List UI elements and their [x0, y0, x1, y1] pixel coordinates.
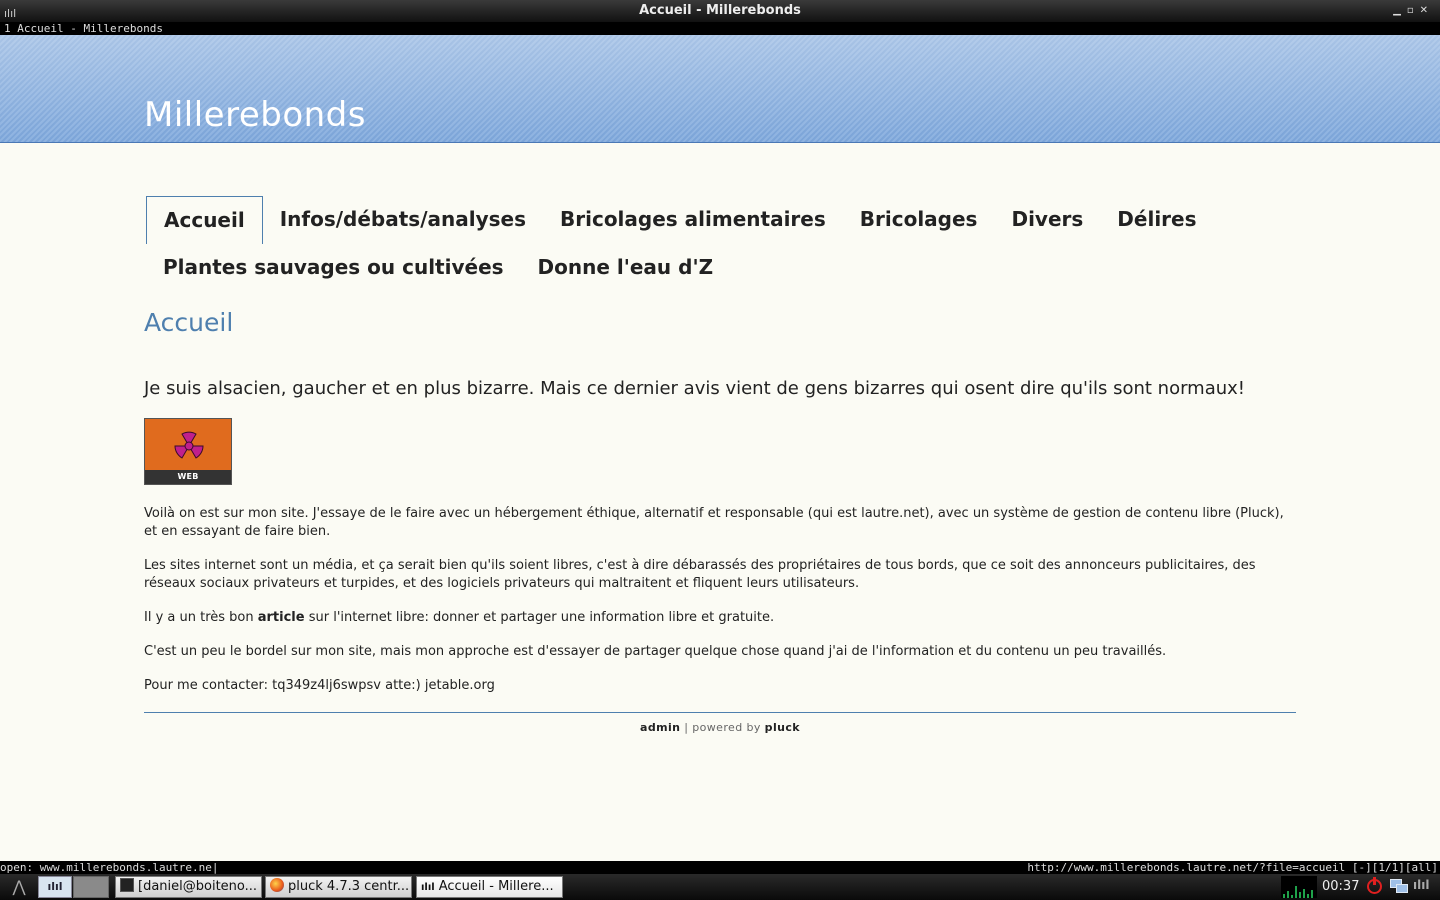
firefox-icon [270, 878, 284, 892]
paragraph-media: Les sites internet sont un média, et ça … [144, 558, 1256, 591]
nav-item-plantes[interactable]: Plantes sauvages ou cultivées [146, 244, 521, 292]
paragraph-article: Il y a un très bon article sur l'interne… [144, 609, 1296, 627]
desktop-2-button[interactable] [73, 876, 109, 898]
lead-text: Je suis alsacien, gaucher et en plus biz… [144, 378, 1246, 399]
browser-tab-line[interactable]: 1 Accueil - Millerebonds [0, 22, 1440, 35]
desktop-1-button[interactable]: ılıl [38, 876, 72, 898]
network-monitor-icon[interactable]: ılıl [1413, 878, 1429, 892]
nav-item-bricolages-alimentaires[interactable]: Bricolages alimentaires [543, 196, 843, 244]
site-header: Millerebonds [0, 35, 1440, 143]
web-independant-badge[interactable]: WEB INDEPENDANT [144, 418, 232, 485]
site-title[interactable]: Millerebonds [144, 95, 366, 135]
task-browser[interactable]: ılıl Accueil - Millere... [416, 876, 563, 898]
cpu-graph [1281, 876, 1317, 898]
task-terminal[interactable]: [daniel@boiteno... [115, 876, 262, 898]
site-footer: admin | powered by pluck [144, 721, 1296, 734]
admin-link[interactable]: admin [640, 721, 680, 734]
task-terminal-label: [daniel@boiteno... [138, 879, 258, 894]
start-menu-icon[interactable]: ⋀ [2, 876, 36, 898]
browser-status-bar: open: www.millerebonds.lautre.ne| http:/… [0, 861, 1440, 874]
terminal-icon [120, 878, 134, 892]
radiation-icon [166, 423, 212, 469]
clock[interactable]: 00:37 [1322, 876, 1359, 898]
article-body: Voilà on est sur mon site. J'essaye de l… [144, 505, 1296, 711]
nav-item-donne-leau[interactable]: Donne l'eau d'Z [521, 244, 731, 292]
nav-row-1: Accueil Infos/débats/analyses Bricolages… [146, 196, 1296, 244]
paragraph-article-text-1: Il y a un très bon [144, 610, 258, 625]
task-firefox[interactable]: pluck 4.7.3 centr... [265, 876, 412, 898]
pluck-link[interactable]: pluck [765, 721, 800, 734]
command-input[interactable]: open: www.millerebonds.lautre.ne| [0, 861, 219, 874]
paragraph-article-text-2: sur l'internet libre: donner et partager… [304, 610, 775, 625]
browser-icon: ılıl [421, 882, 435, 893]
paragraph-intro: Voilà on est sur mon site. J'essaye de l… [144, 506, 1284, 539]
show-desktop-icon[interactable] [1390, 879, 1410, 895]
close-icon[interactable]: ✕ [1420, 5, 1434, 16]
page-heading: Accueil [144, 308, 234, 337]
nav-item-accueil[interactable]: Accueil [146, 196, 263, 244]
nav-item-delires[interactable]: Délires [1100, 196, 1213, 244]
badge-label: WEB INDEPENDANT [145, 470, 231, 484]
window-title: Accueil - Millerebonds [639, 3, 801, 18]
maximize-icon[interactable]: ▫ [1407, 5, 1420, 16]
footer-powered-by: | powered by [680, 721, 765, 734]
article-link[interactable]: article [258, 610, 305, 625]
paragraph-approach: C'est un peu le bordel sur mon site, mai… [144, 644, 1167, 659]
nav-row-2: Plantes sauvages ou cultivées Donne l'ea… [146, 244, 1296, 292]
paragraph-contact: Pour me contacter: tq349z4lj6swpsv atte:… [144, 678, 495, 693]
power-icon[interactable] [1367, 877, 1382, 894]
main-navigation: Accueil Infos/débats/analyses Bricolages… [146, 196, 1296, 292]
footer-divider [144, 712, 1296, 713]
task-browser-label: Accueil - Millere... [438, 879, 554, 894]
task-firefox-label: pluck 4.7.3 centr... [288, 879, 410, 894]
window-titlebar[interactable]: ılıl Accueil - Millerebonds ▁▫✕ [0, 0, 1440, 22]
minimize-icon[interactable]: ▁ [1393, 5, 1407, 16]
nav-item-infos[interactable]: Infos/débats/analyses [263, 196, 543, 244]
current-url: http://www.millerebonds.lautre.net/?file… [1027, 861, 1438, 874]
nav-item-divers[interactable]: Divers [994, 196, 1100, 244]
taskbar: ⋀ ılıl [daniel@boiteno... pluck 4.7.3 ce… [0, 874, 1440, 900]
window-controls: ▁▫✕ [1393, 0, 1434, 22]
nav-item-bricolages[interactable]: Bricolages [843, 196, 995, 244]
